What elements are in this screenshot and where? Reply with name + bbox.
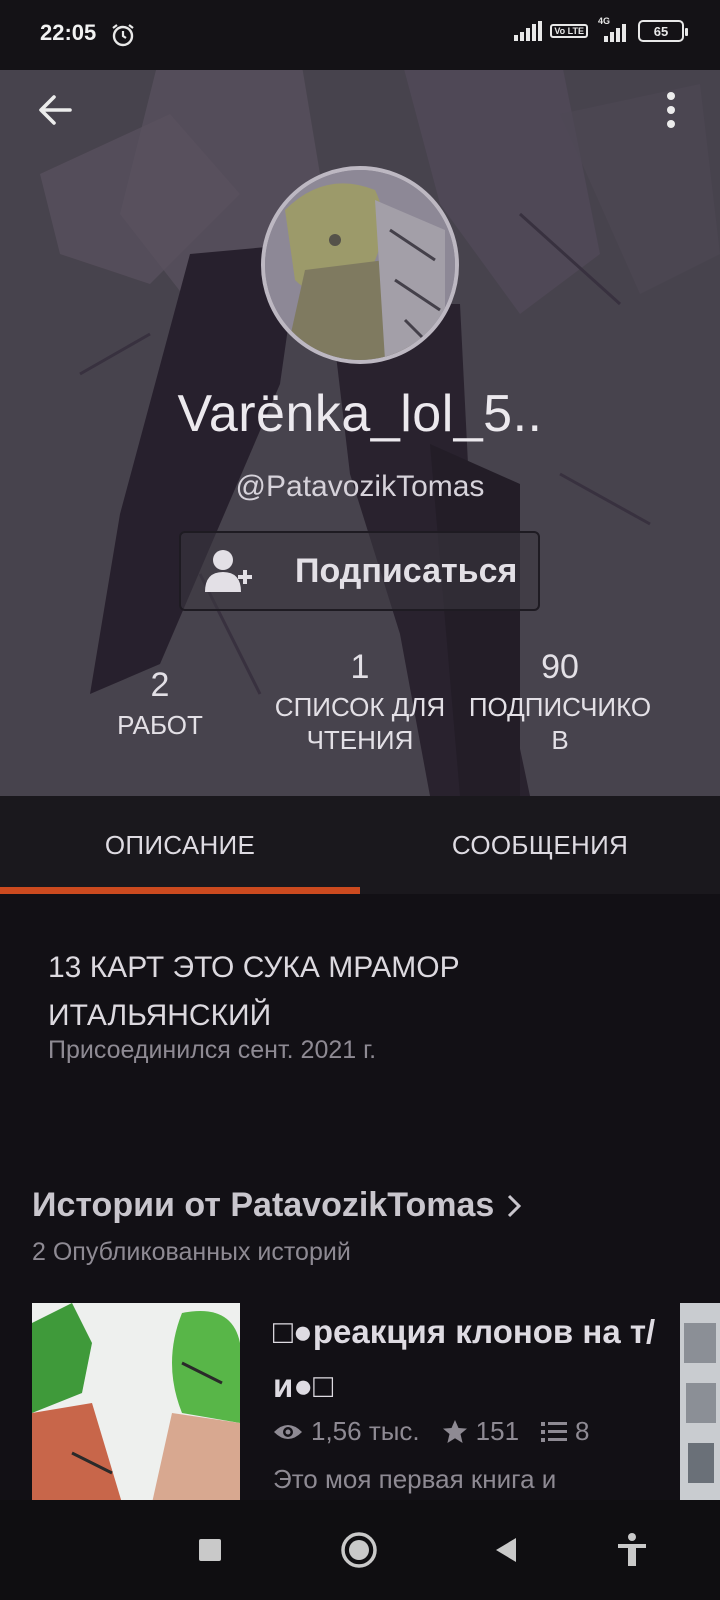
story-blurb: Это моя первая книга и <box>273 1464 557 1494</box>
views-count: 1,56 тыс. <box>311 1416 420 1446</box>
story-title[interactable]: □●реакция клонов на т/и●□ <box>273 1305 693 1413</box>
stat-label: ПОДПИСЧИКО В <box>468 692 652 755</box>
status-icons: Vo LTE 4G 65 <box>514 16 688 42</box>
stat-works[interactable]: 2 РАБОТ <box>90 666 230 742</box>
chevron-right-icon <box>508 1194 522 1217</box>
votes-count: 151 <box>475 1416 520 1446</box>
system-nav-bar <box>0 1500 720 1600</box>
display-name: Varënka_lol_5.. <box>177 385 543 443</box>
tab-description[interactable]: ОПИСАНИЕ <box>0 796 360 894</box>
story-cover-image <box>32 1303 240 1503</box>
stat-value: 1 <box>350 648 370 686</box>
stat-followers[interactable]: 90 ПОДПИСЧИКО В <box>460 648 660 757</box>
recents-square-icon[interactable] <box>190 1530 230 1570</box>
story-cover[interactable] <box>32 1303 240 1503</box>
profile-header: Varënka_lol_5.. @PatavozikTomas Подписат… <box>0 54 720 796</box>
username: @PatavozikTomas <box>235 470 485 503</box>
joined-date: Присоединился сент. 2021 г. <box>48 1036 377 1064</box>
story-parts: 8 <box>541 1416 590 1447</box>
story-views: 1,56 тыс. <box>273 1416 420 1447</box>
signal-4g-icon: 4G <box>596 16 630 42</box>
stat-label: СПИСОК ДЛЯ ЧТЕНИЯ <box>274 692 446 755</box>
story-meta: 1,56 тыс. 151 8 <box>273 1416 612 1447</box>
stat-value: 90 <box>541 648 579 686</box>
parts-count: 8 <box>575 1416 590 1446</box>
eye-icon <box>274 1424 302 1439</box>
more-vertical-icon[interactable] <box>656 88 686 132</box>
list-icon <box>541 1421 568 1442</box>
back-arrow-icon[interactable] <box>34 88 78 132</box>
profile-description: 13 КАРТ ЭТО СУКА МРАМОР ИТАЛЬЯНСКИЙ <box>48 951 460 1032</box>
stat-reading-lists[interactable]: 1 СПИСОК ДЛЯ ЧТЕНИЯ <box>265 648 455 757</box>
stat-label: РАБОТ <box>117 710 203 740</box>
home-circle-icon[interactable] <box>339 1530 379 1570</box>
follow-button[interactable]: Подписаться <box>179 531 540 611</box>
back-triangle-icon[interactable] <box>486 1530 526 1570</box>
story-votes: 151 <box>442 1416 519 1447</box>
volte-icon: Vo LTE <box>550 24 588 38</box>
stories-section-title[interactable]: Истории от PatavozikTomas <box>32 1186 522 1225</box>
signal-icon <box>514 21 543 41</box>
accessibility-icon[interactable] <box>612 1530 652 1570</box>
star-icon <box>442 1419 467 1443</box>
add-user-icon <box>205 550 252 592</box>
avatar-image <box>265 170 455 360</box>
battery-icon: 65 <box>638 20 688 42</box>
follow-label: Подписаться <box>295 551 518 590</box>
profile-tabs: ОПИСАНИЕ СООБЩЕНИЯ <box>0 796 720 894</box>
stories-count: 2 Опубликованных историй <box>32 1238 351 1266</box>
stories-title-text: Истории от PatavozikTomas <box>32 1186 495 1224</box>
status-bar: 22:05 Vo LTE 4G 65 <box>0 0 720 70</box>
avatar[interactable] <box>261 166 459 364</box>
stat-value: 2 <box>150 666 170 704</box>
tab-messages[interactable]: СООБЩЕНИЯ <box>360 796 720 894</box>
status-time: 22:05 <box>40 20 97 45</box>
alarm-icon <box>112 24 134 47</box>
